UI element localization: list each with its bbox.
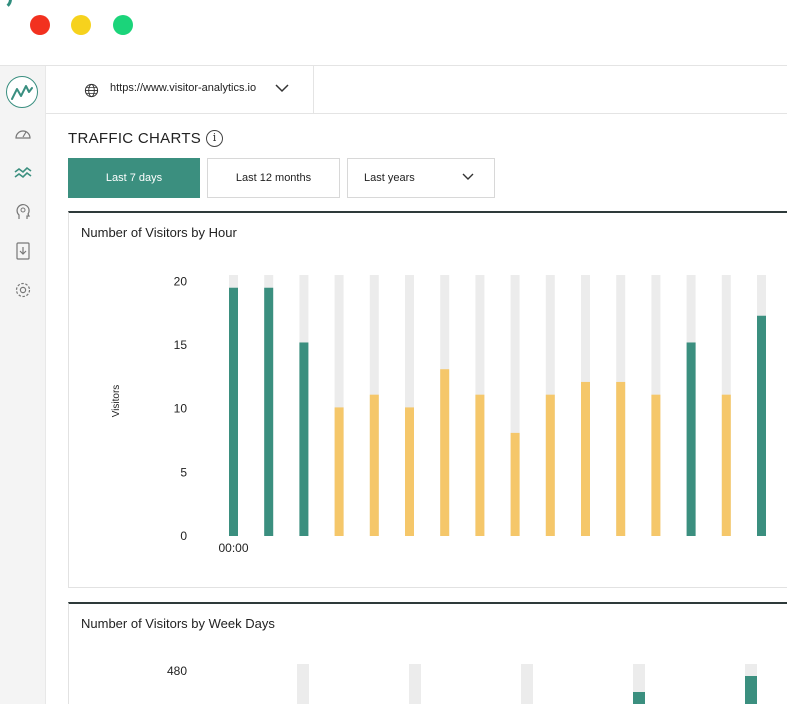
app-logo-icon[interactable]: [6, 76, 38, 108]
bar: [264, 287, 274, 536]
bar: [299, 342, 309, 536]
bar: [229, 287, 238, 536]
info-icon[interactable]: i: [206, 130, 223, 147]
tab-last-12-months[interactable]: Last 12 months: [207, 158, 340, 198]
tab-last-7-days[interactable]: Last 7 days: [68, 158, 200, 198]
gear-icon[interactable]: [13, 280, 33, 300]
site-url: https://www.visitor-analytics.io: [110, 82, 257, 94]
gauge-icon[interactable]: [13, 124, 33, 144]
bar-track: [521, 664, 533, 704]
corner-decoration: [0, 0, 12, 10]
last-years-label: Last years: [364, 172, 415, 184]
bar: [745, 676, 757, 704]
visitors-by-weekday-card: Number of Visitors by Week Days 480: [68, 602, 787, 704]
site-selector-bar: https://www.visitor-analytics.io: [46, 66, 787, 114]
y-tick-label: 15: [174, 338, 188, 352]
bar: [405, 407, 414, 536]
visitors-by-hour-card: Number of Visitors by Hour 0 5 10 15 20 Visit…: [68, 211, 787, 588]
y-tick-label: 480: [167, 664, 187, 678]
sidebar: [0, 66, 46, 704]
chevron-down-icon: [462, 173, 474, 180]
bar: [475, 394, 485, 536]
bar: [581, 381, 590, 536]
bar: [651, 394, 661, 536]
y-tick-label: 5: [180, 465, 187, 479]
minimize-window-button[interactable]: [71, 15, 91, 35]
window-titlebar: [0, 0, 787, 66]
bar: [545, 394, 555, 536]
bar: [757, 315, 766, 536]
bar-track: [297, 664, 309, 704]
bar: [334, 407, 344, 536]
maximize-window-button[interactable]: [113, 15, 133, 35]
y-axis-label: Visitors: [111, 385, 122, 418]
y-tick-label: 0: [180, 529, 187, 543]
x-tick-label: 00:00: [218, 541, 248, 555]
bar: [510, 432, 520, 536]
chart-trend-icon[interactable]: [13, 163, 33, 183]
download-file-icon[interactable]: [13, 241, 33, 261]
chevron-down-icon: [275, 84, 289, 93]
bar: [616, 381, 626, 536]
site-selector-dropdown[interactable]: https://www.visitor-analytics.io: [46, 66, 314, 113]
globe-icon: [84, 83, 99, 98]
bar: [369, 394, 379, 536]
bar: [686, 342, 696, 536]
bar-track: [409, 664, 421, 704]
last-years-dropdown[interactable]: Last years: [347, 158, 495, 198]
visitors-by-weekday-chart: 480: [167, 664, 757, 704]
page-title: TRAFFIC CHARTS: [68, 130, 202, 147]
bar: [440, 369, 450, 536]
bar: [633, 692, 645, 704]
visitors-by-hour-chart: 0 5 10 15 20 Visitors 00:00: [111, 274, 766, 555]
head-profile-icon[interactable]: [13, 202, 33, 222]
y-tick-label: 20: [174, 274, 188, 288]
close-window-button[interactable]: [30, 15, 50, 35]
bar: [721, 394, 731, 536]
y-tick-label: 10: [174, 402, 188, 416]
